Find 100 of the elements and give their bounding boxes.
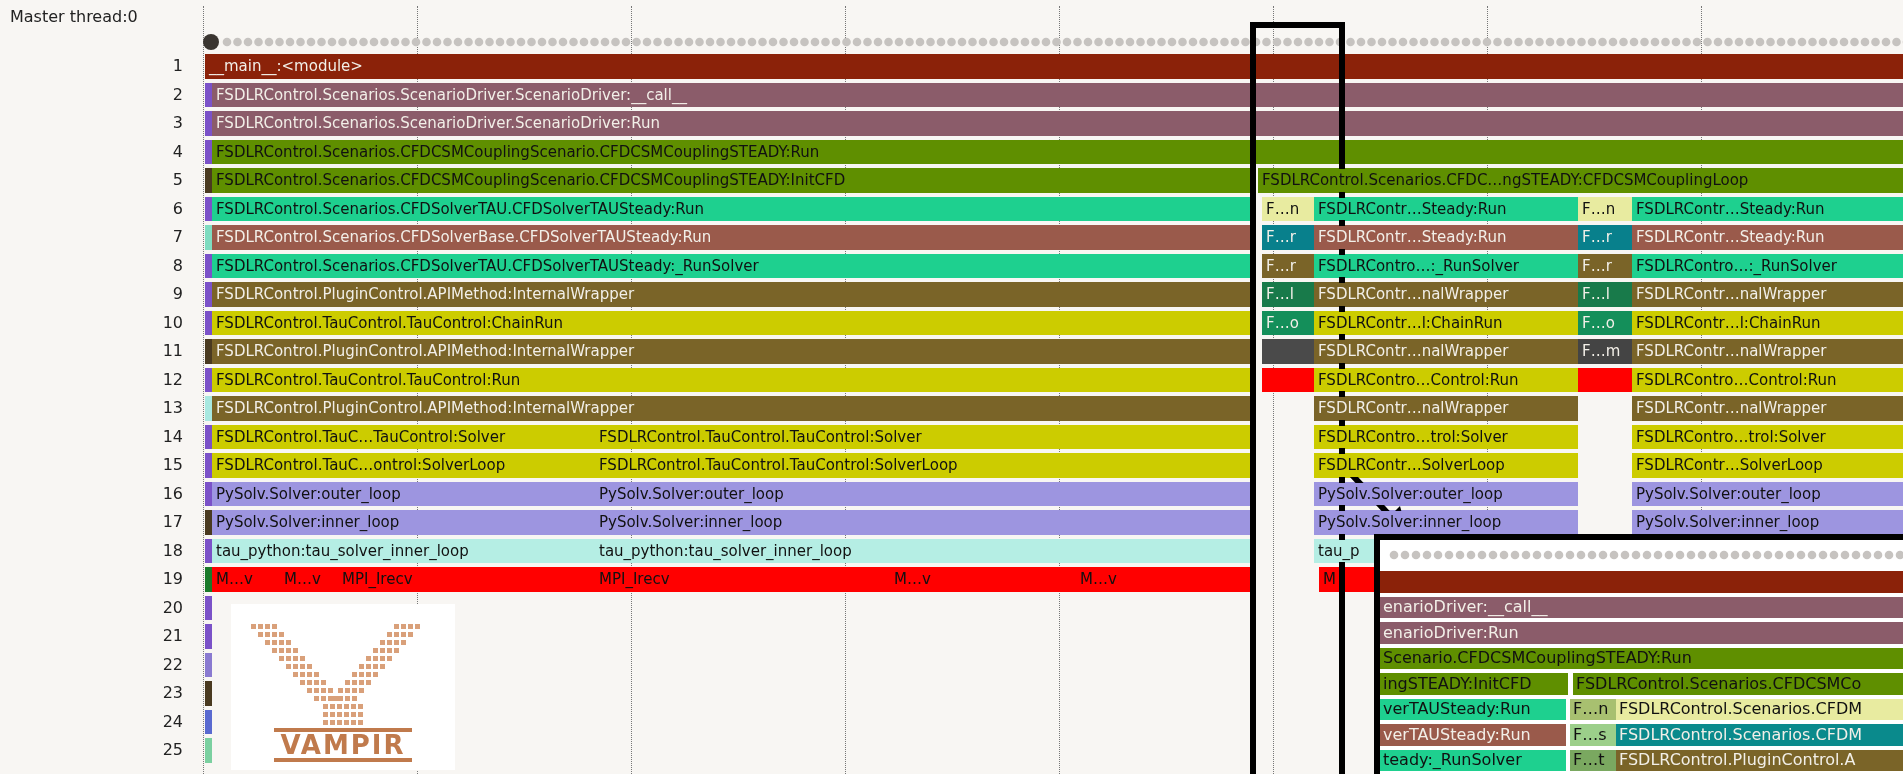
row-number: 19 [162, 569, 183, 588]
row-number: 18 [162, 540, 183, 560]
function-bar: FSDLRContr…Steady:Run [1314, 196, 1578, 221]
function-bar: FSDLRContro…Control:Run [1632, 367, 1903, 392]
function-bar: MPI_Irecv [595, 567, 890, 592]
row-number: 16 [162, 483, 183, 503]
function-bar: F…r [1262, 225, 1314, 250]
row-number: 8 [172, 255, 183, 275]
function-bar: MPI_Irecv [338, 567, 595, 592]
function-bar: FSDLRControl.TauC…TauControl:Solver [212, 424, 595, 449]
function-bar: FSDLRContr…nalWrapper [1314, 282, 1578, 307]
function-bar: FSDLRContr…Steady:Run [1314, 225, 1578, 250]
function-bar: FSDLRControl.TauControl.TauControl:SolverLoop [595, 453, 1253, 478]
function-bar: PySolv.Solver:inner_loop [1314, 510, 1578, 535]
row-number: 13 [162, 398, 183, 417]
function-bar: FSDLRControl.Scenarios.CFDSolverBase.CFDSolverTAUSteady:Run [212, 225, 1253, 250]
function-bar: FSDLRControl.PluginControl.APIMethod:InternalWrapper [212, 282, 1253, 307]
function-bar: FSDLRContro…:_RunSolver [1314, 253, 1578, 278]
function-bar: __main__:<module> [205, 54, 1903, 79]
row-number: 23 [162, 683, 183, 702]
function-bar: FSDLRControl.Scenarios.CFDCSMCo [1573, 673, 1903, 695]
function-bar: FSDLRControl.Scenarios.CFDC…ngSTEADY:CFDCSMCouplingLoop [1258, 168, 1903, 193]
function-bar: FSDLRContro…Control:Run [1314, 367, 1578, 392]
function-bar: FSDLRContr…l:ChainRun [1314, 310, 1578, 335]
function-bar: PySolv.Solver:outer_loop [595, 481, 1253, 506]
function-bar: FSDLRControl.Scenarios.ScenarioDriver.ScenarioDriver:__call__ [212, 82, 1903, 107]
thread-label: Master thread:0 [10, 5, 138, 28]
function-bar: ingSTEADY:InitCFD [1380, 673, 1568, 695]
function-bar: FSDLRContr…nalWrapper [1314, 396, 1578, 421]
function-bar: FSDLRContro…trol:Solver [1314, 424, 1578, 449]
function-bar: PySolv.Solver:outer_loop [1314, 481, 1578, 506]
function-bar: FSDLRControl.TauControl.TauControl:ChainRun [212, 310, 1253, 335]
function-bar: PySolv.Solver:outer_loop [212, 481, 595, 506]
function-bar: F…n [1262, 196, 1314, 221]
row-number: 20 [162, 597, 183, 617]
function-bar: FSDLRContro…trol:Solver [1632, 424, 1903, 449]
function-bar: M…v [1076, 567, 1253, 592]
function-bar: verTAUSteady:Run [1380, 724, 1566, 746]
row-number: 15 [162, 455, 183, 474]
function-bar: F…r [1578, 225, 1632, 250]
function-bar: FSDLRContr…nalWrapper [1632, 339, 1903, 364]
function-bar: enarioDriver:Run [1380, 622, 1903, 644]
function-bar: FSDLRControl.TauControl.TauControl:Run [212, 367, 1253, 392]
row-number: 21 [162, 626, 183, 645]
function-bar: PySolv.Solver:inner_loop [595, 510, 1253, 535]
function-bar: FSDLRContr…SolverLoop [1314, 453, 1578, 478]
function-bar: FSDLRContr…Steady:Run [1632, 196, 1903, 221]
function-bar: FSDLRContr…SolverLoop [1632, 453, 1903, 478]
row-number: 25 [162, 740, 183, 759]
function-bar: PySolv.Solver:outer_loop [1632, 481, 1903, 506]
function-bar: M…v [212, 567, 280, 592]
function-bar: FSDLRControl.TauC…ontrol:SolverLoop [212, 453, 595, 478]
function-bar: F…r [1262, 253, 1314, 278]
function-bar: F…t [1570, 749, 1616, 771]
function-bar: Scenario.CFDCSMCouplingSTEADY:Run [1380, 647, 1903, 669]
function-bar: FSDLRControl.Scenarios.CFDSolverTAU.CFDSolverTAUSteady:Run [212, 196, 1253, 221]
function-bar: F…n [1570, 698, 1616, 720]
function-bar: FSDLRContr…nalWrapper [1314, 339, 1578, 364]
row-number: 2 [172, 84, 183, 104]
function-bar: enarioDriver:__call__ [1380, 596, 1903, 618]
function-bar: PySolv.Solver:inner_loop [212, 510, 595, 535]
row-number: 10 [162, 312, 183, 332]
function-bar: M…v [890, 567, 1076, 592]
row-number: 1 [172, 56, 183, 75]
function-bar: teady:_RunSolver [1380, 749, 1566, 771]
function-bar: FSDLRContro…:_RunSolver [1632, 253, 1903, 278]
function-bar: FSDLRContr…nalWrapper [1632, 396, 1903, 421]
function-bar: tau_python:tau_solver_inner_loop [212, 538, 595, 563]
logo-text: VAMPIR [274, 728, 412, 762]
row-number: 14 [162, 426, 183, 446]
row-number: 9 [172, 284, 183, 303]
function-bar: FSDLRControl.Scenarios.ScenarioDriver.ScenarioDriver:Run [212, 111, 1903, 136]
row-number: 24 [162, 711, 183, 731]
function-bar: PySolv.Solver:inner_loop [1632, 510, 1903, 535]
function-bar: FSDLRContr…nalWrapper [1632, 282, 1903, 307]
function-bar: F…o [1262, 310, 1314, 335]
row-number: 12 [162, 369, 183, 389]
function-bar: FSDLRControl.Scenarios.CFDSolverTAU.CFDSolverTAUSteady:_RunSolver [212, 253, 1253, 278]
function-bar: tau_python:tau_solver_inner_loop [595, 538, 1253, 563]
function-bar: F…n [1578, 196, 1632, 221]
row-number: 4 [172, 141, 183, 161]
function-bar: FSDLRControl.TauControl.TauControl:Solver [595, 424, 1253, 449]
function-bar: FSDLRControl.PluginControl.APIMethod:InternalWrapper [212, 339, 1253, 364]
function-bar: F…l [1578, 282, 1632, 307]
function-bar: F…m [1578, 339, 1632, 364]
function-bar: F…o [1578, 310, 1632, 335]
row-number: 22 [162, 654, 183, 674]
row-number: 17 [162, 512, 183, 531]
function-bar: FSDLRControl.Scenarios.CFDCSMCouplingScenario.CFDCSMCouplingSTEADY:InitCFD [212, 168, 1253, 193]
row-number: 7 [172, 227, 183, 246]
row-number: 6 [172, 198, 183, 218]
function-bar: FSDLRControl.Scenarios.CFDM [1616, 698, 1903, 720]
function-bar: F…r [1578, 253, 1632, 278]
row-number: 3 [172, 113, 183, 132]
function-bar: FSDLRControl.Scenarios.CFDM [1616, 724, 1903, 746]
function-bar: FSDLRControl.PluginControl.APIMethod:InternalWrapper [212, 396, 1253, 421]
function-bar: F…l [1262, 282, 1314, 307]
function-bar: FSDLRControl.Scenarios.CFDCSMCouplingScenario.CFDCSMCouplingSTEADY:Run [212, 139, 1903, 164]
function-bar: M…v [280, 567, 338, 592]
row-number: 5 [172, 170, 183, 189]
